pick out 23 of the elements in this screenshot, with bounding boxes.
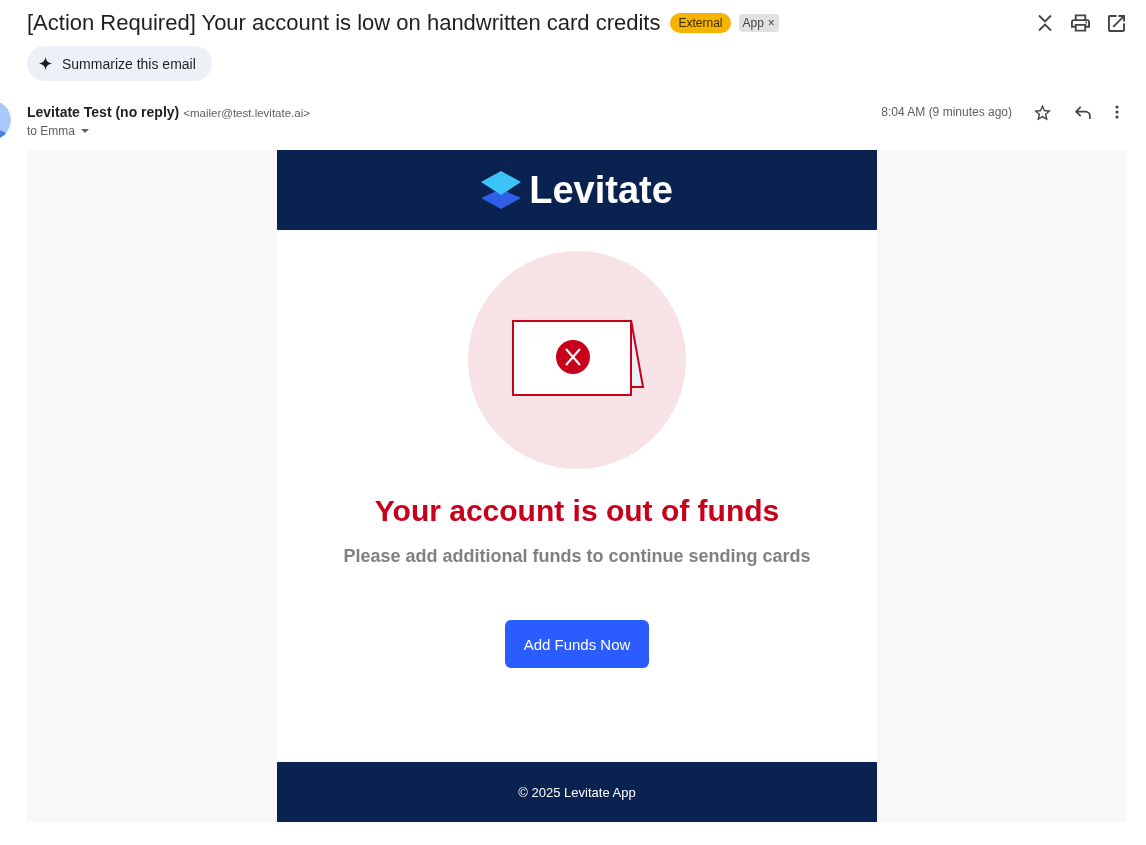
footer-text: © 2025 Levitate App	[518, 784, 636, 800]
label-chip: External	[670, 13, 731, 33]
box-arrow-icon[interactable]	[1108, 14, 1125, 32]
sparkle-icon	[39, 57, 52, 70]
printer-icon[interactable]	[1071, 14, 1090, 32]
label-text: App	[742, 15, 764, 32]
body-text: Please add additional funds to continue sending cards	[343, 545, 811, 567]
reply-arrow-icon[interactable]	[1075, 105, 1091, 119]
sender-name: Levitate Test (no reply)	[27, 103, 180, 121]
recipient-text[interactable]: to Emma	[27, 124, 75, 138]
timestamp: 8:04 AM (9 minutes ago)	[881, 105, 1012, 119]
star-icon[interactable]	[1034, 103, 1051, 121]
stacked-diamonds-icon	[481, 171, 522, 209]
headline: Your account is out of funds	[374, 493, 780, 529]
sender-address: <mailer@test.levitate.ai>	[183, 106, 310, 121]
email-subject: [Action Required] Your account is low on handwritten card credits	[27, 10, 661, 36]
vertical-dots-icon[interactable]	[1115, 105, 1119, 119]
remove-x[interactable]: ×	[767, 14, 775, 32]
caret-icon[interactable]	[81, 129, 89, 133]
brand-name: Levitate	[529, 168, 673, 212]
summarize-button[interactable]: Summarize this email	[27, 46, 212, 81]
add-funds-button[interactable]: Add Funds Now	[504, 620, 650, 668]
inward-chevrons-icon[interactable]	[1037, 14, 1053, 32]
